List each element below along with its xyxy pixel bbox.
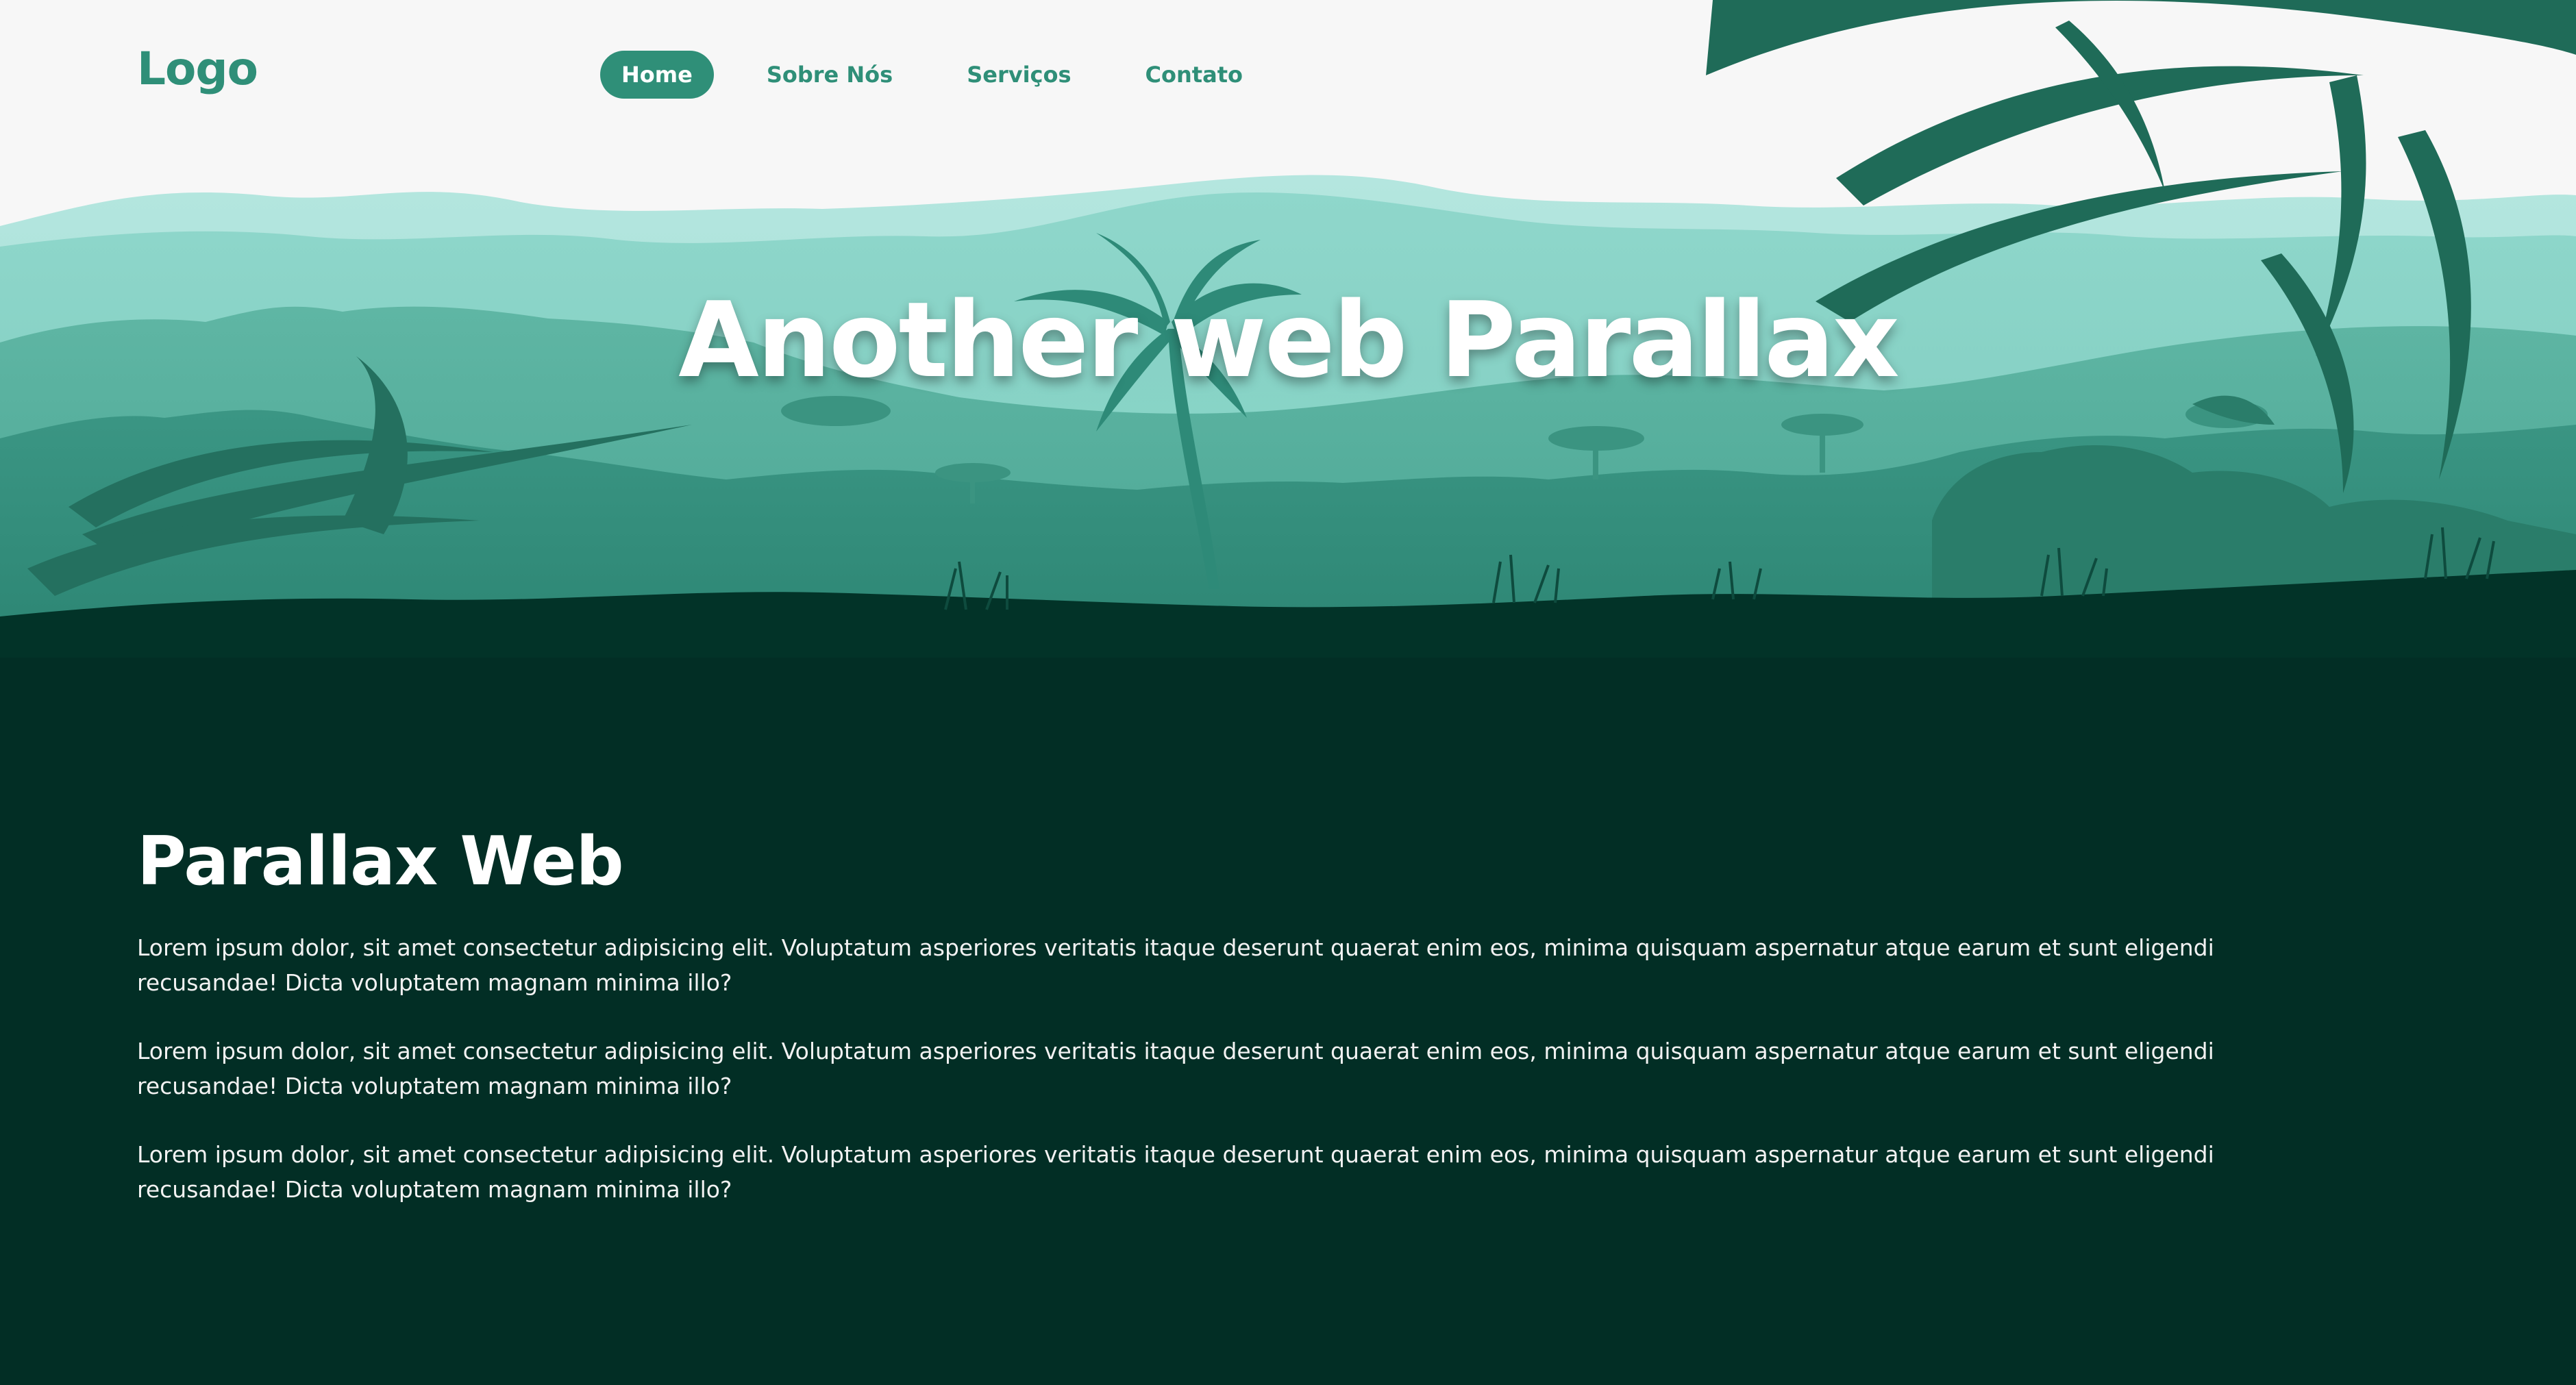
nav-link-sobre-nos[interactable]: Sobre Nós bbox=[745, 51, 914, 99]
top-navigation: Logo Home Sobre Nós Serviços Contato bbox=[0, 0, 2576, 151]
paragraph: Lorem ipsum dolor, sit amet consectetur … bbox=[137, 934, 2214, 996]
hero-title: Another web Parallax bbox=[678, 279, 1900, 401]
paragraph: Lorem ipsum dolor, sit amet consectetur … bbox=[137, 1140, 2214, 1203]
content-section: Parallax Web Lorem ipsum dolor, sit amet… bbox=[137, 822, 2357, 1240]
nav-links: Home Sobre Nós Serviços Contato bbox=[600, 51, 1296, 99]
nav-link-servicos[interactable]: Serviços bbox=[945, 51, 1092, 99]
logo[interactable]: Logo bbox=[137, 42, 258, 95]
nav-link-contato[interactable]: Contato bbox=[1124, 51, 1264, 99]
section-heading: Parallax Web bbox=[137, 823, 624, 901]
paragraph: Lorem ipsum dolor, sit amet consectetur … bbox=[137, 1037, 2214, 1099]
page: Another web Parallax Logo Home Sobre Nós… bbox=[0, 0, 2576, 1385]
nav-link-home[interactable]: Home bbox=[600, 51, 714, 99]
